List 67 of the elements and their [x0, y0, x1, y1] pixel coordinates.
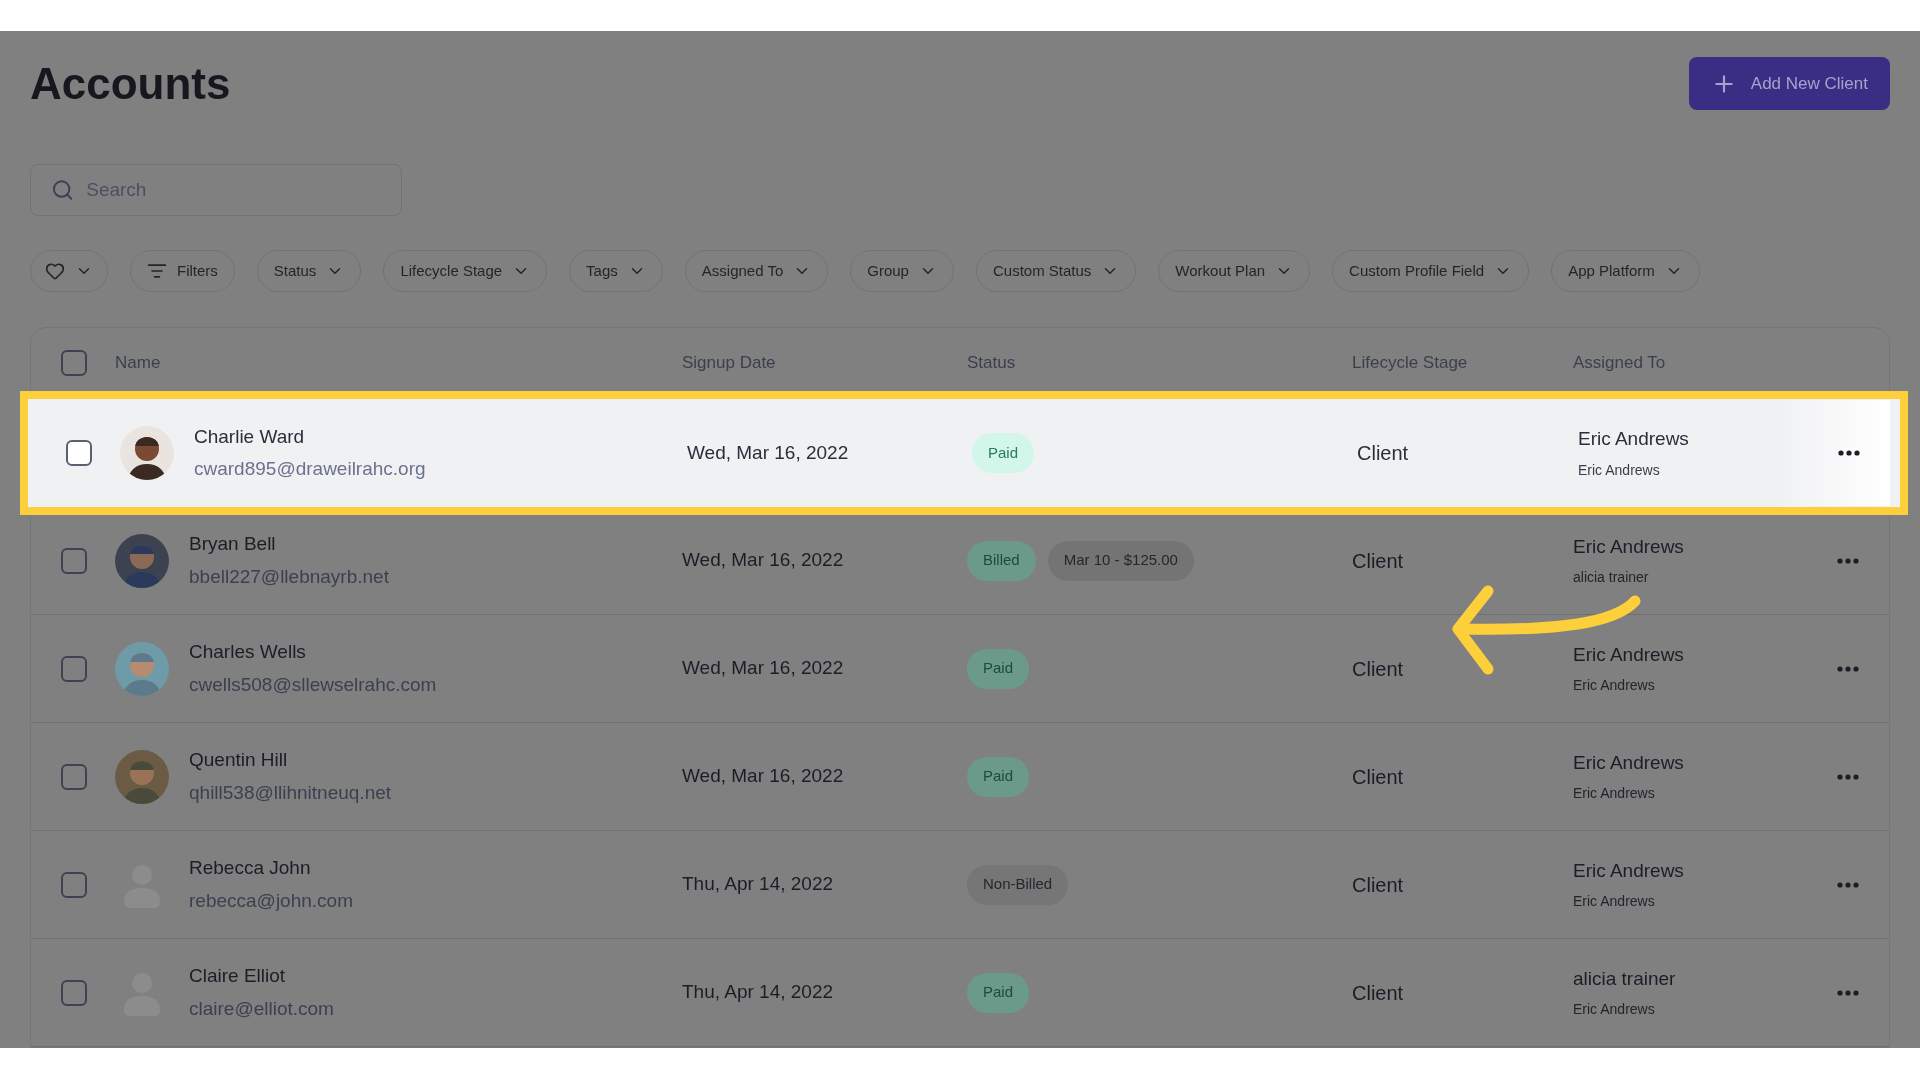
client-email: cwells508@sllewselrahc.com	[189, 672, 437, 697]
lifecycle-stage: Client	[1352, 656, 1404, 682]
more-icon	[1838, 450, 1860, 456]
signup-date: Wed, Mar 16, 2022	[687, 440, 849, 465]
column-header: Status	[967, 352, 1016, 375]
checkbox[interactable]	[61, 350, 87, 376]
more-icon	[1837, 881, 1859, 888]
client-email: claire@elliot.com	[189, 996, 334, 1021]
client-email: rebecca@john.com	[189, 888, 353, 913]
client-name: Rebecca John	[189, 856, 312, 880]
more-button[interactable]	[1838, 450, 1860, 456]
checkbox[interactable]	[61, 871, 87, 898]
add-client-button[interactable]: Add New Client	[1688, 57, 1890, 110]
checkbox[interactable]	[61, 547, 87, 574]
lifecycle-stage: Client	[1352, 980, 1404, 1006]
checkbox[interactable]	[61, 763, 87, 790]
column-header: Assigned To	[1573, 352, 1666, 375]
lifecycle-stage: Client	[1352, 548, 1404, 574]
client-email: cward895@draweilrahc.org	[194, 457, 426, 481]
assigned-name: Eric Andrews	[1573, 858, 1685, 883]
column-header: Lifecycle Stage	[1352, 352, 1468, 375]
more-icon	[1837, 773, 1859, 780]
status-badge: Billed	[967, 540, 1036, 581]
assigned-name: Eric Andrews	[1573, 750, 1685, 775]
assigned-trainer: alicia trainer	[1573, 568, 1650, 588]
filter-icon	[147, 261, 167, 281]
status-badge: Non-Billed	[967, 864, 1069, 905]
assigned-name: alicia trainer	[1573, 966, 1677, 991]
status-badge: Mar 10 - $125.00	[1047, 540, 1194, 581]
client-name: Charles Wells	[189, 640, 307, 664]
assigned-trainer: Eric Andrews	[1573, 1000, 1656, 1020]
column-header: Signup Date	[682, 352, 776, 375]
heart-icon	[45, 261, 65, 281]
client-name: Quentin Hill	[189, 748, 289, 772]
client-email: qhill538@llihnitneuq.net	[189, 780, 392, 805]
more-icon	[1837, 665, 1859, 672]
signup-date: Thu, Apr 14, 2022	[682, 872, 834, 897]
assigned-trainer: Eric Andrews	[1578, 460, 1661, 480]
signup-date: Wed, Mar 16, 2022	[682, 548, 844, 573]
assigned-name: Eric Andrews	[1573, 534, 1685, 559]
search-icon	[51, 177, 75, 203]
assigned-name: Eric Andrews	[1573, 642, 1685, 667]
signup-date: Wed, Mar 16, 2022	[682, 656, 844, 681]
status-badge: Paid	[967, 648, 1030, 689]
client-name: Claire Elliot	[189, 964, 287, 988]
assigned-trainer: Eric Andrews	[1573, 784, 1656, 804]
checkbox[interactable]	[61, 655, 87, 682]
signup-date: Thu, Apr 14, 2022	[682, 980, 834, 1005]
checkbox[interactable]	[61, 979, 87, 1006]
checkbox[interactable]	[66, 440, 92, 466]
client-name: Bryan Bell	[189, 532, 277, 556]
lifecycle-stage: Client	[1357, 441, 1409, 466]
more-icon	[1837, 557, 1859, 564]
assigned-name: Eric Andrews	[1578, 427, 1690, 452]
page-title: Accounts	[30, 57, 231, 110]
column-header: Name	[115, 352, 161, 375]
lifecycle-stage: Client	[1352, 764, 1404, 790]
client-name: Charlie Ward	[194, 424, 306, 449]
client-email: bbell227@llebnayrb.net	[189, 564, 389, 589]
status-badge: Paid	[967, 972, 1030, 1013]
assigned-trainer: Eric Andrews	[1573, 676, 1656, 696]
status-badge: Paid	[972, 433, 1035, 473]
assigned-trainer: Eric Andrews	[1573, 892, 1656, 912]
signup-date: Wed, Mar 16, 2022	[682, 764, 844, 789]
more-icon	[1837, 989, 1859, 996]
lifecycle-stage: Client	[1352, 872, 1404, 898]
status-badge: Paid	[967, 756, 1030, 797]
